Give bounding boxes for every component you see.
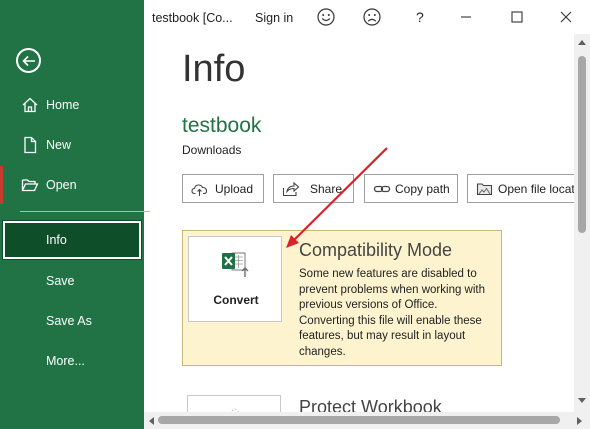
scroll-down-icon[interactable] (577, 397, 587, 405)
sidebar-item-label: New (46, 138, 72, 152)
sidebar-item-label: Save As (46, 314, 92, 328)
scroll-up-icon[interactable] (577, 38, 587, 46)
window-title: testbook [Co... (152, 11, 233, 25)
horizontal-scroll-thumb[interactable] (158, 416, 560, 424)
help-button[interactable]: ? (416, 9, 424, 25)
open-file-location-label: Open file location (498, 182, 574, 196)
copy-path-button[interactable]: Copy path (364, 174, 458, 203)
back-arrow-icon[interactable] (16, 48, 41, 73)
share-button[interactable]: Share (273, 174, 354, 203)
backstage-sidebar: Home New Open Info Save Save As More... (0, 0, 150, 429)
sidebar-item-open[interactable]: Open (0, 165, 144, 205)
folder-location-icon (476, 183, 493, 196)
title-bar: testbook [Co... Sign in ? (144, 0, 590, 34)
upload-button[interactable]: Upload (182, 174, 264, 203)
sidebar-item-save-as[interactable]: Save As (0, 301, 144, 341)
close-icon[interactable] (555, 6, 577, 28)
sidebar-item-save[interactable]: Save (0, 261, 144, 301)
sidebar-item-label: More... (46, 354, 85, 368)
copy-path-label: Copy path (395, 182, 450, 196)
page-title: Info (182, 48, 246, 90)
minimize-icon[interactable] (455, 6, 477, 28)
sidebar-item-more[interactable]: More... (0, 341, 144, 381)
share-icon (282, 181, 300, 197)
open-file-location-button[interactable]: Open file location (467, 174, 574, 203)
horizontal-scrollbar[interactable] (144, 412, 590, 429)
convert-label: Convert (213, 293, 259, 307)
convert-button[interactable]: Convert (188, 236, 282, 322)
sidebar-item-home[interactable]: Home (0, 85, 144, 125)
compatibility-mode-description: Some new features are disabled to preven… (299, 268, 486, 358)
sidebar-item-label: Home (46, 98, 80, 112)
upload-label: Upload (215, 182, 254, 196)
sidebar-item-info[interactable]: Info (2, 220, 142, 260)
info-page: Info testbook Downloads Upload Share Cop… (144, 34, 574, 412)
share-label: Share (310, 182, 343, 196)
link-icon (373, 185, 391, 193)
sidebar-item-new[interactable]: New (0, 125, 144, 165)
folder-open-icon (21, 179, 39, 192)
sign-in-link[interactable]: Sign in (255, 11, 293, 25)
sidebar-item-label: Open (46, 178, 77, 192)
compatibility-mode-title: Compatibility Mode (299, 240, 453, 260)
sidebar-item-label: Save (46, 274, 75, 288)
smiley-icon[interactable] (315, 6, 337, 28)
compatibility-mode-panel: Convert Compatibility Mode Some new feat… (182, 230, 502, 366)
frown-icon[interactable] (361, 6, 383, 28)
scroll-right-icon[interactable] (576, 416, 584, 426)
sidebar-item-label: Info (46, 233, 67, 247)
excel-convert-icon (222, 252, 249, 277)
scroll-left-icon[interactable] (147, 416, 155, 426)
cloud-upload-icon (191, 184, 208, 196)
new-file-icon (24, 136, 37, 154)
home-icon (22, 97, 38, 113)
vertical-scrollbar[interactable] (574, 34, 590, 412)
sidebar-divider (20, 211, 150, 212)
maximize-icon[interactable] (506, 6, 528, 28)
file-name: testbook (182, 114, 262, 137)
protect-workbook-button[interactable] (187, 395, 281, 412)
file-location: Downloads (182, 143, 242, 157)
protect-workbook-title: Protect Workbook (299, 397, 442, 412)
vertical-scroll-thumb[interactable] (578, 56, 586, 233)
